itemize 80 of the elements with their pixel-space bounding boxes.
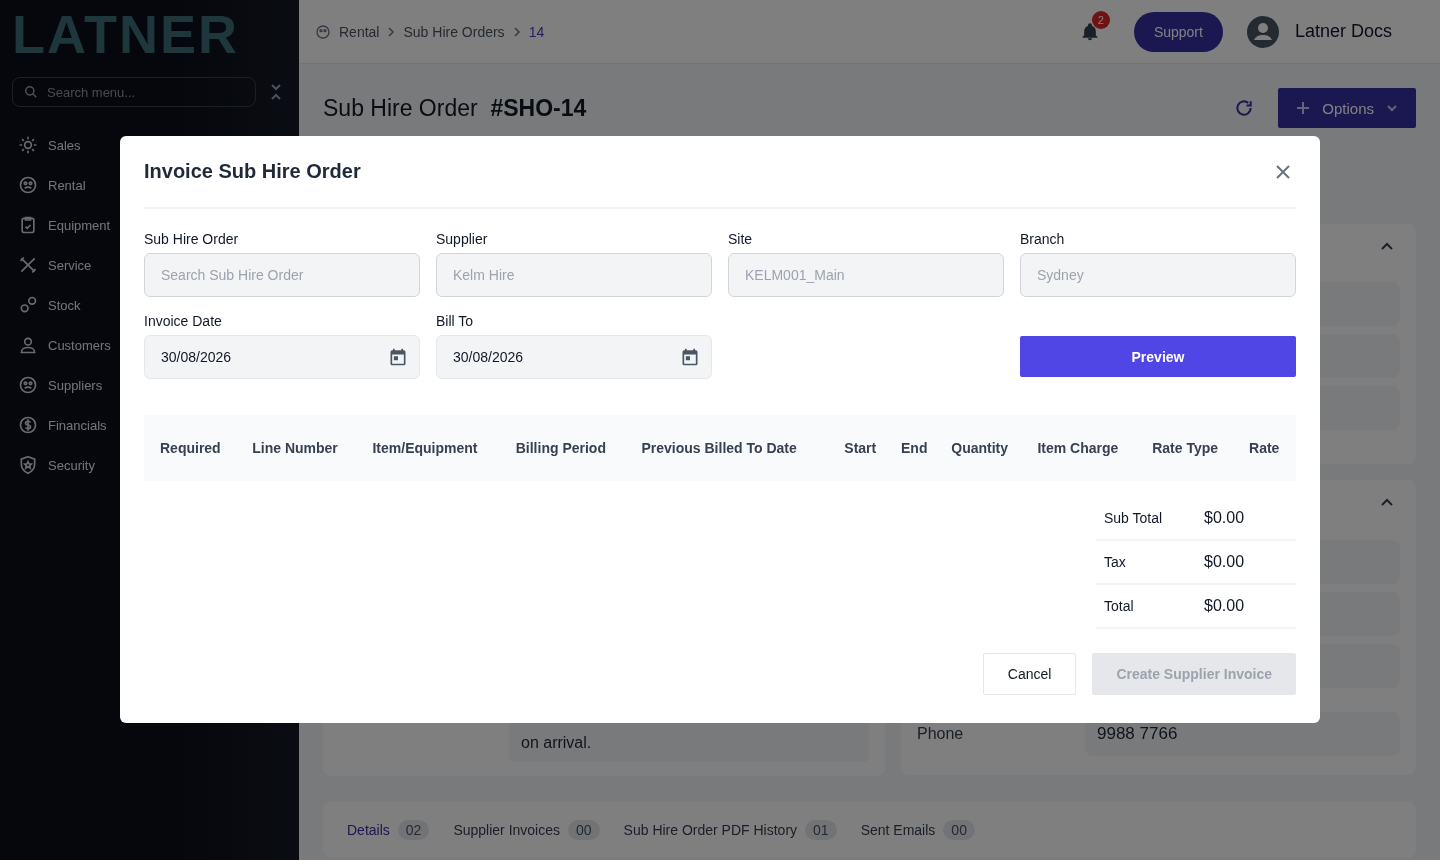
sun-icon [18, 135, 38, 155]
plus-icon [1296, 101, 1311, 115]
dialog-title: Invoice Sub Hire Order [144, 160, 361, 183]
field-label: Supplier [436, 231, 489, 247]
dollar-icon [18, 415, 38, 435]
chevron-right-icon [387, 26, 396, 37]
search-icon [24, 85, 38, 99]
column-header: Rate Type [1144, 415, 1242, 481]
refresh-icon[interactable] [1234, 98, 1255, 118]
search-field[interactable]: Search menu... [12, 77, 256, 107]
user-name: Latner Docs [1294, 21, 1392, 42]
count-badge: 01 [805, 820, 837, 840]
sidebar-item[interactable]: Rental [12, 175, 86, 195]
column-header: Line Number [244, 415, 365, 481]
cancel-button[interactable]: Cancel [982, 653, 1077, 695]
page-title: Sub Hire Order #SHO-14 [323, 94, 587, 122]
sidebar-item[interactable]: Financials [12, 415, 107, 435]
date-field[interactable]: 30/08/2026 [436, 335, 712, 379]
tab[interactable]: Details [347, 822, 390, 838]
input-field[interactable]: Sydney [1020, 253, 1296, 297]
tab[interactable]: Supplier Invoices [453, 822, 560, 838]
chevron-down-icon [1386, 104, 1398, 112]
user-icon [18, 335, 38, 355]
breadcrumb-link[interactable]: Sub Hire Orders [403, 23, 505, 40]
clipboard-icon [18, 215, 38, 235]
sidebar-item[interactable]: Suppliers [12, 375, 103, 395]
column-header: Previous Billed To Date [633, 415, 837, 481]
total-label: Tax [1104, 554, 1127, 570]
field-label: Sub Hire Order [144, 231, 240, 247]
field-label: Branch [1020, 231, 1066, 247]
breadcrumb-link[interactable]: 14 [528, 23, 545, 40]
date-field[interactable]: 30/08/2026 [144, 335, 420, 379]
collapse-icon[interactable] [1380, 498, 1394, 507]
avatar-icon[interactable] [1246, 15, 1279, 48]
total-label: Total [1104, 598, 1135, 614]
total-value: $0.00 [1204, 553, 1245, 571]
field-label: Phone [917, 725, 965, 743]
column-header: Billing Period [507, 415, 634, 481]
input-field[interactable]: Kelm Hire [436, 253, 712, 297]
tab[interactable]: Sent Emails [860, 822, 936, 838]
support-button[interactable]: Support [1133, 11, 1223, 52]
breadcrumb-link[interactable]: Rental [339, 23, 380, 40]
close-icon[interactable] [1276, 164, 1290, 179]
notification-badge: 2 [1091, 10, 1110, 29]
column-header: Quantity [943, 415, 1030, 481]
column-header: Required [144, 415, 245, 481]
calendar-icon[interactable] [680, 347, 700, 367]
sidebar-item[interactable]: Customers [12, 335, 111, 355]
sidebar-item[interactable]: Security [12, 455, 95, 475]
tab[interactable]: Sub Hire Order PDF History [623, 822, 798, 838]
count-badge: 02 [397, 820, 430, 840]
field-label: Bill To [436, 313, 475, 329]
column-header: Item Charge [1029, 415, 1145, 481]
sidebar-item[interactable]: Sales [12, 135, 81, 155]
sidebar-item[interactable]: Equipment [12, 215, 111, 235]
field-label: Invoice Date [144, 313, 223, 329]
chevron-right-icon [512, 26, 521, 37]
shield-icon [18, 455, 38, 475]
collapse-icon[interactable] [270, 83, 282, 101]
column-header: Item/Equipment [364, 415, 508, 481]
count-badge: 00 [943, 820, 975, 840]
column-header: Start [836, 415, 893, 481]
total-value: $0.00 [1204, 509, 1245, 527]
input-field[interactable]: Search Sub Hire Order [144, 253, 420, 297]
column-header: Rate [1241, 415, 1296, 481]
collapse-icon[interactable] [1380, 242, 1394, 251]
options-button[interactable]: Options [1278, 88, 1416, 128]
calendar-icon[interactable] [388, 347, 408, 367]
gears-icon [18, 295, 38, 315]
column-header: End [893, 415, 944, 481]
notes-field: on arrival. [509, 720, 869, 762]
tools-icon [18, 255, 38, 275]
preview-button[interactable]: Preview [1020, 336, 1296, 377]
count-badge: 00 [568, 820, 600, 840]
field-label: Site [728, 231, 754, 247]
total-label: Sub Total [1104, 510, 1164, 526]
total-value: $0.00 [1204, 597, 1245, 615]
sidebar-item[interactable]: Service [12, 255, 92, 275]
sidebar-item[interactable]: Stock [12, 295, 81, 315]
input-field[interactable]: KELM001_Main [728, 253, 1004, 297]
